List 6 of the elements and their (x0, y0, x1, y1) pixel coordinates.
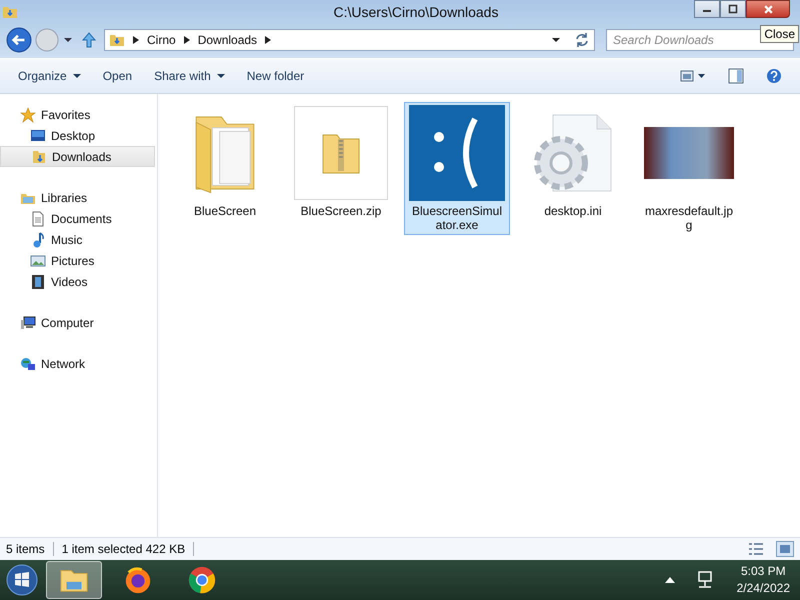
clock-time: 5:03 PM (740, 563, 786, 580)
item-count: 5 items (6, 542, 54, 556)
selection-info: 1 item selected 422 KB (62, 542, 194, 556)
close-tooltip: Close (760, 25, 799, 43)
clock-date: 2/24/2022 (736, 580, 790, 597)
window-title: C:\Users\Cirno\Downloads (332, 4, 500, 20)
